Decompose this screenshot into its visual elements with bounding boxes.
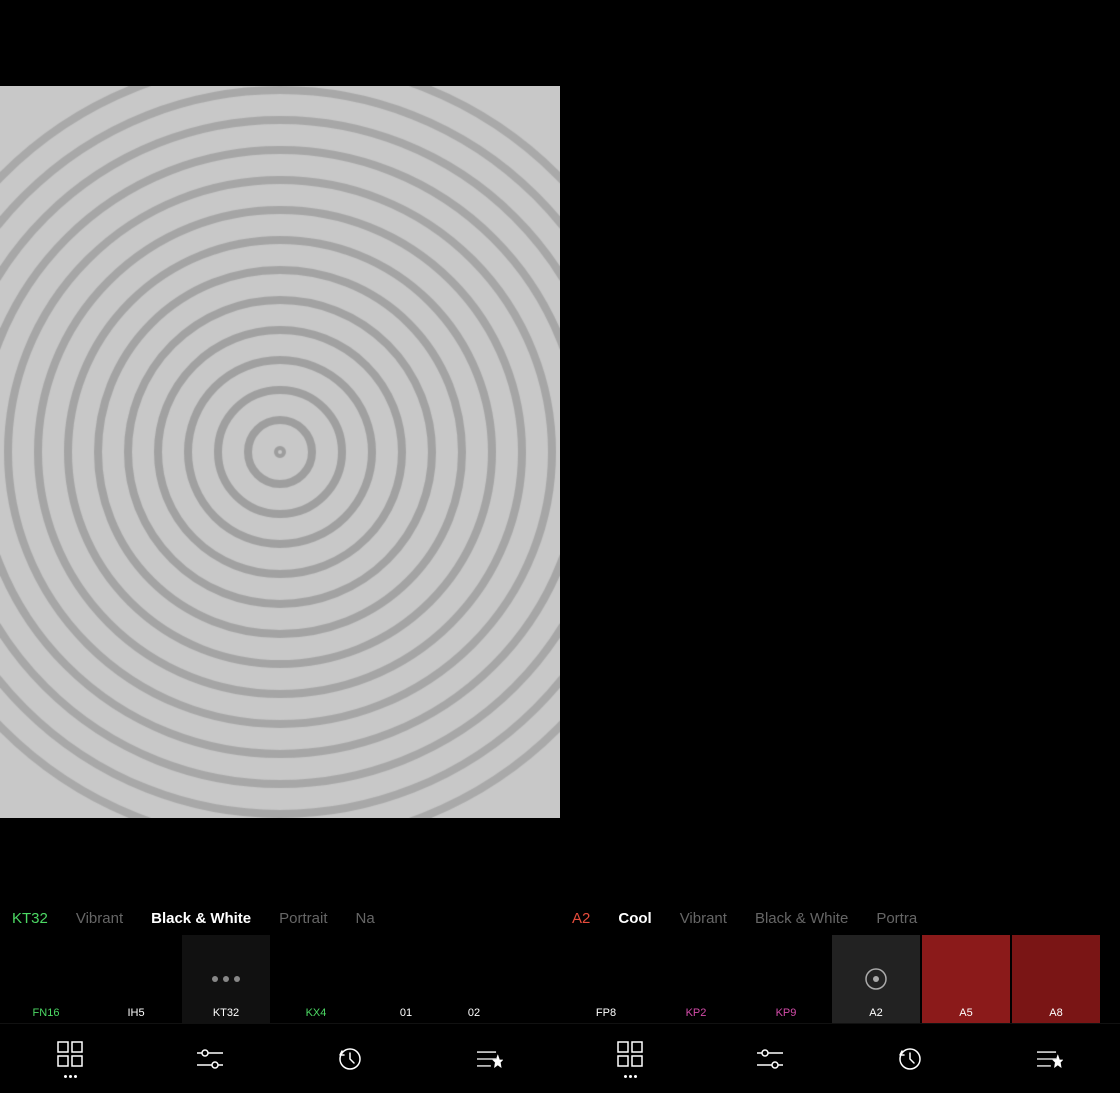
- left-filter-thumb-01[interactable]: 01: [362, 935, 450, 1023]
- right-header: [560, 0, 1120, 86]
- left-filter-thumb-fn16[interactable]: FN16: [2, 935, 90, 1023]
- left-thumb-label-fn16: FN16: [2, 1007, 90, 1019]
- right-toolbar-starred-button[interactable]: [1036, 1045, 1064, 1073]
- left-filter-thumb-kx4[interactable]: KX4: [272, 935, 360, 1023]
- grid-icon: [56, 1040, 84, 1068]
- left-filter-thumb-ih5[interactable]: IH5: [92, 935, 180, 1023]
- right-thumb-label-kp2: KP2: [652, 1007, 740, 1019]
- right-filter-thumb-kp9[interactable]: KP9: [742, 935, 830, 1023]
- right-starred-icon: [1036, 1045, 1064, 1073]
- right-filter-label-vibrant[interactable]: Vibrant: [666, 910, 741, 927]
- right-thumb-label-a8: A8: [1012, 1007, 1100, 1019]
- right-grid-dots: [624, 1075, 637, 1078]
- right-filter-thumb-a2[interactable]: A2: [832, 935, 920, 1023]
- left-toolbar-grid-button[interactable]: [56, 1040, 84, 1078]
- a2-icon: [862, 965, 890, 993]
- left-toolbar-starred-button[interactable]: [476, 1045, 504, 1073]
- right-grid-icon: [616, 1040, 644, 1068]
- left-toolbar-sliders-button[interactable]: [196, 1045, 224, 1073]
- right-filter-labels: A2 Cool Vibrant Black & White Portra: [560, 910, 1120, 927]
- right-bottom-toolbar: [560, 1023, 1120, 1093]
- right-filter-thumbnails: FP8 KP2 KP9 A2 A5: [560, 935, 1120, 1023]
- left-bottom-toolbar: [0, 1023, 560, 1093]
- left-filter-label-vibrant[interactable]: Vibrant: [62, 910, 137, 927]
- left-photo-canvas: [0, 86, 560, 818]
- left-filter-area: KT32 Vibrant Black & White Portrait Na F…: [0, 898, 560, 1023]
- right-filter-thumb-kp2[interactable]: KP2: [652, 935, 740, 1023]
- dot-2: [69, 1075, 72, 1078]
- left-photo-area: [0, 86, 560, 818]
- left-filter-thumb-kt32[interactable]: KT32: [182, 935, 270, 1023]
- right-thumb-label-a2: A2: [832, 1007, 920, 1019]
- right-photo-canvas: [560, 86, 1120, 818]
- left-toolbar-history-button[interactable]: [336, 1045, 364, 1073]
- left-thumb-label-02: 02: [452, 1007, 496, 1019]
- right-filter-thumb-a8[interactable]: A8: [1012, 935, 1100, 1023]
- left-filter-label-na[interactable]: Na: [342, 910, 389, 927]
- right-filter-thumb-a5[interactable]: A5: [922, 935, 1010, 1023]
- left-filter-label-bw[interactable]: Black & White: [137, 910, 265, 927]
- right-dot-1: [624, 1075, 627, 1078]
- right-sliders-icon: [756, 1045, 784, 1073]
- left-filter-thumb-02[interactable]: 02: [452, 935, 496, 1023]
- starred-icon: [476, 1045, 504, 1073]
- right-filter-label-bw[interactable]: Black & White: [741, 910, 862, 927]
- dot-3: [74, 1075, 77, 1078]
- sliders-icon: [196, 1045, 224, 1073]
- dot-1: [64, 1075, 67, 1078]
- right-filter-label-portrait[interactable]: Portra: [862, 910, 931, 927]
- left-panel: KT32 Vibrant Black & White Portrait Na F…: [0, 0, 560, 1093]
- right-filter-thumb-fp8[interactable]: FP8: [562, 935, 650, 1023]
- left-header: [0, 0, 560, 86]
- left-thumb-label-ih5: IH5: [92, 1007, 180, 1019]
- left-thumb-label-kt32: KT32: [182, 1007, 270, 1019]
- left-filter-label-portrait[interactable]: Portrait: [265, 910, 341, 927]
- left-thumb-label-kx4: KX4: [272, 1007, 360, 1019]
- dots-icon: [212, 976, 240, 982]
- right-filter-label-cool[interactable]: Cool: [604, 910, 665, 927]
- left-photo-spacer: [0, 818, 560, 898]
- right-dot-3: [634, 1075, 637, 1078]
- right-filter-area: A2 Cool Vibrant Black & White Portra FP8…: [560, 898, 1120, 1023]
- history-icon: [336, 1045, 364, 1073]
- right-photo-area: [560, 86, 1120, 818]
- left-grid-dots: [64, 1075, 77, 1078]
- right-dot-2: [629, 1075, 632, 1078]
- right-thumb-label-kp9: KP9: [742, 1007, 830, 1019]
- right-thumb-label-fp8: FP8: [562, 1007, 650, 1019]
- right-thumb-label-a5: A5: [922, 1007, 1010, 1019]
- right-history-icon: [896, 1045, 924, 1073]
- right-filter-label-a2[interactable]: A2: [572, 910, 604, 927]
- right-photo-spacer: [560, 818, 1120, 898]
- right-panel: A2 Cool Vibrant Black & White Portra FP8…: [560, 0, 1120, 1093]
- left-thumb-label-01: 01: [362, 1007, 450, 1019]
- right-toolbar-sliders-button[interactable]: [756, 1045, 784, 1073]
- left-filter-labels: KT32 Vibrant Black & White Portrait Na: [0, 910, 560, 927]
- right-toolbar-grid-button[interactable]: [616, 1040, 644, 1078]
- right-toolbar-history-button[interactable]: [896, 1045, 924, 1073]
- left-filter-thumbnails: FN16 IH5 KT32 KX4: [0, 935, 560, 1023]
- left-filter-label-kt32[interactable]: KT32: [12, 910, 62, 927]
